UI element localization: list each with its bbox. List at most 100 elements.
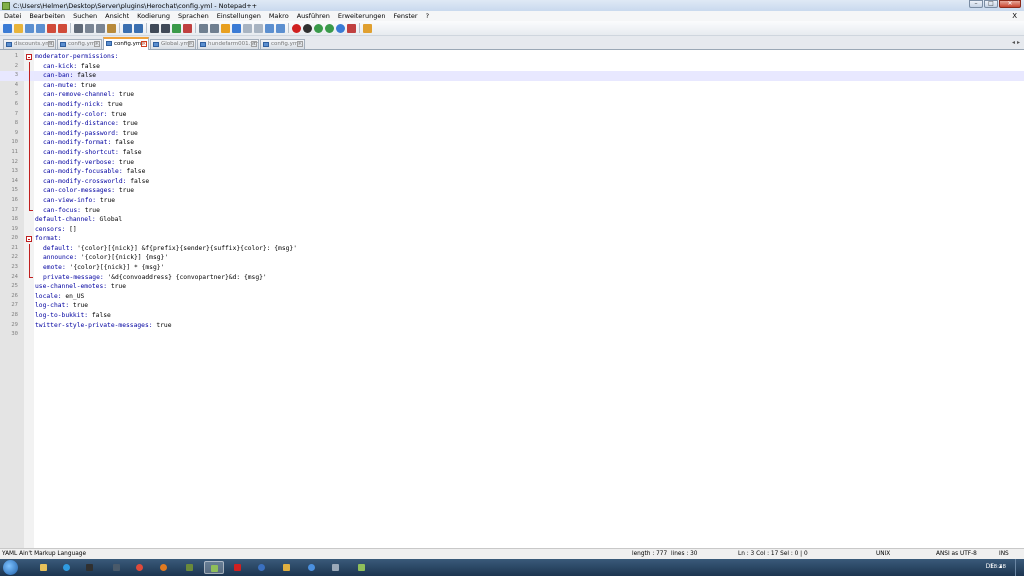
code-line[interactable]: 15 can-color-messages: true: [0, 186, 1024, 196]
code-line[interactable]: 30: [0, 330, 1024, 340]
open-file-icon[interactable]: [14, 23, 23, 33]
tab-0[interactable]: discounts.yml ×: [3, 39, 56, 49]
code-line[interactable]: 8 can-modify-distance: true: [0, 119, 1024, 129]
close-icon[interactable]: [47, 23, 56, 33]
menu-help[interactable]: ?: [422, 12, 433, 20]
show-all-icon[interactable]: [232, 23, 241, 33]
code-line[interactable]: 14 can-modify-crossworld: false: [0, 176, 1024, 187]
record-icon[interactable]: [292, 23, 301, 33]
fold-toggle-icon[interactable]: [26, 235, 32, 242]
tab-3[interactable]: Global.yml ×: [150, 39, 196, 49]
code-line[interactable]: 3 can-ban: false: [0, 71, 1024, 81]
sync-h-icon[interactable]: [210, 23, 219, 33]
print-icon[interactable]: [74, 23, 83, 33]
code-line[interactable]: 17 can-focus: true: [0, 205, 1024, 216]
tab-close-icon[interactable]: ×: [94, 41, 100, 47]
tab-close-icon[interactable]: ×: [48, 41, 54, 47]
sync-v-icon[interactable]: [199, 23, 208, 33]
wrap-icon[interactable]: [221, 23, 230, 33]
notepadpp-app-icon[interactable]: [2, 1, 10, 10]
find-icon[interactable]: [150, 23, 159, 33]
show-desktop-button[interactable]: [1015, 559, 1024, 576]
new-file-icon[interactable]: [3, 23, 12, 33]
save-icon[interactable]: [25, 23, 34, 33]
zoom-in-icon[interactable]: [172, 23, 181, 33]
code-line[interactable]: 5 can-remove-channel: true: [0, 90, 1024, 100]
tab-close-icon[interactable]: ×: [251, 41, 257, 47]
taskbar-item[interactable]: [154, 561, 174, 574]
menu-sprachen[interactable]: Sprachen: [174, 12, 213, 20]
zoom-out-icon[interactable]: [183, 23, 192, 33]
start-button[interactable]: [3, 560, 18, 575]
taskbar-item[interactable]: [277, 561, 297, 574]
spellcheck-icon[interactable]: [347, 23, 356, 33]
tab-5[interactable]: config.yml ×: [260, 39, 305, 49]
code-line[interactable]: 23 emote: '{color}[{nick}] * {msg}': [0, 263, 1024, 273]
code-line[interactable]: 2 can-kick: false: [0, 61, 1024, 72]
save-macro-icon[interactable]: [336, 23, 345, 33]
cut-icon[interactable]: [85, 23, 94, 33]
copy-icon[interactable]: [96, 23, 105, 33]
code-line[interactable]: 21 default: '{color}[{nick}] &f{prefix}{s…: [0, 243, 1024, 254]
code-line[interactable]: 25 use-channel-emotes: true: [0, 282, 1024, 292]
menu-bearbeiten[interactable]: Bearbeiten: [25, 12, 69, 20]
fold-toggle-icon[interactable]: [26, 53, 32, 60]
tab-close-icon[interactable]: ×: [188, 41, 194, 47]
taskbar-item[interactable]: [326, 561, 346, 574]
taskbar-item[interactable]: [204, 561, 224, 574]
taskbar-item[interactable]: [130, 561, 150, 574]
close-window-button[interactable]: ✕: [999, 0, 1021, 8]
code-line[interactable]: 16 can-view-info: true: [0, 195, 1024, 206]
tab-4[interactable]: hundefarm001.yml ×: [197, 39, 259, 49]
editor-area[interactable]: 1 moderator-permissions: 2 can-kick: false 3…: [0, 50, 1024, 548]
code-line[interactable]: 13 can-modify-focusable: false: [0, 167, 1024, 177]
tab-scroll-arrows[interactable]: ◂▸: [1012, 39, 1022, 46]
code-line[interactable]: 4 can-mute: true: [0, 80, 1024, 91]
taskbar-item[interactable]: [107, 561, 127, 574]
code-line[interactable]: 29 twitter-style-private-messages: true: [0, 321, 1024, 331]
replace-icon[interactable]: [161, 23, 170, 33]
play-icon[interactable]: [314, 23, 323, 33]
save-all-icon[interactable]: [36, 23, 45, 33]
menu-ausfuehren[interactable]: Ausführen: [293, 12, 334, 20]
close-all-icon[interactable]: [58, 23, 67, 33]
taskbar-item[interactable]: [180, 561, 200, 574]
code-line[interactable]: 22 announce: '{color}[{nick}] {msg}': [0, 253, 1024, 264]
code-line[interactable]: 27 log-chat: true: [0, 301, 1024, 311]
taskbar-item[interactable]: [252, 561, 272, 574]
taskbar-item[interactable]: [352, 561, 372, 574]
code-line[interactable]: 24 private-message: '&d{convoaddress} {co…: [0, 272, 1024, 283]
lang-icon[interactable]: [254, 23, 263, 33]
menu-einstellungen[interactable]: Einstellungen: [213, 12, 265, 20]
indent-guide-icon[interactable]: [243, 23, 252, 33]
undo-icon[interactable]: [123, 23, 132, 33]
plugin-icon[interactable]: [363, 23, 372, 33]
minimize-button[interactable]: –: [969, 0, 983, 8]
clock[interactable]: 18:38: [990, 564, 1006, 570]
menu-makro[interactable]: Makro: [265, 12, 293, 20]
code-line[interactable]: 11 can-modify-shortcut: false: [0, 147, 1024, 158]
tab-2[interactable]: config.yml ×: [103, 37, 149, 50]
tab-1[interactable]: config.yml ×: [57, 39, 102, 49]
menu-suchen[interactable]: Suchen: [69, 12, 101, 20]
code-line[interactable]: 6 can-modify-nick: true: [0, 99, 1024, 110]
close-document-button[interactable]: X: [1008, 12, 1021, 20]
code-line[interactable]: 12 can-modify-verbose: true: [0, 157, 1024, 168]
menu-ansicht[interactable]: Ansicht: [101, 12, 133, 20]
menu-erweiterungen[interactable]: Erweiterungen: [334, 12, 390, 20]
taskbar-item[interactable]: [228, 561, 248, 574]
taskbar-item[interactable]: [302, 561, 322, 574]
code-line[interactable]: 10 can-modify-format: false: [0, 138, 1024, 148]
menu-datei[interactable]: Datei: [0, 12, 25, 20]
code-line[interactable]: 7 can-modify-color: true: [0, 109, 1024, 120]
code-line[interactable]: 1 moderator-permissions:: [0, 52, 1024, 62]
maximize-button[interactable]: □: [984, 0, 998, 8]
code-line[interactable]: 19 censors: []: [0, 225, 1024, 235]
code-line[interactable]: 9 can-modify-password: true: [0, 128, 1024, 139]
play-multi-icon[interactable]: [325, 23, 334, 33]
taskbar-item[interactable]: [57, 561, 77, 574]
tab-close-icon[interactable]: ×: [297, 41, 303, 47]
doc-map-icon[interactable]: [265, 23, 274, 33]
stop-icon[interactable]: [303, 23, 312, 33]
function-list-icon[interactable]: [276, 23, 285, 33]
